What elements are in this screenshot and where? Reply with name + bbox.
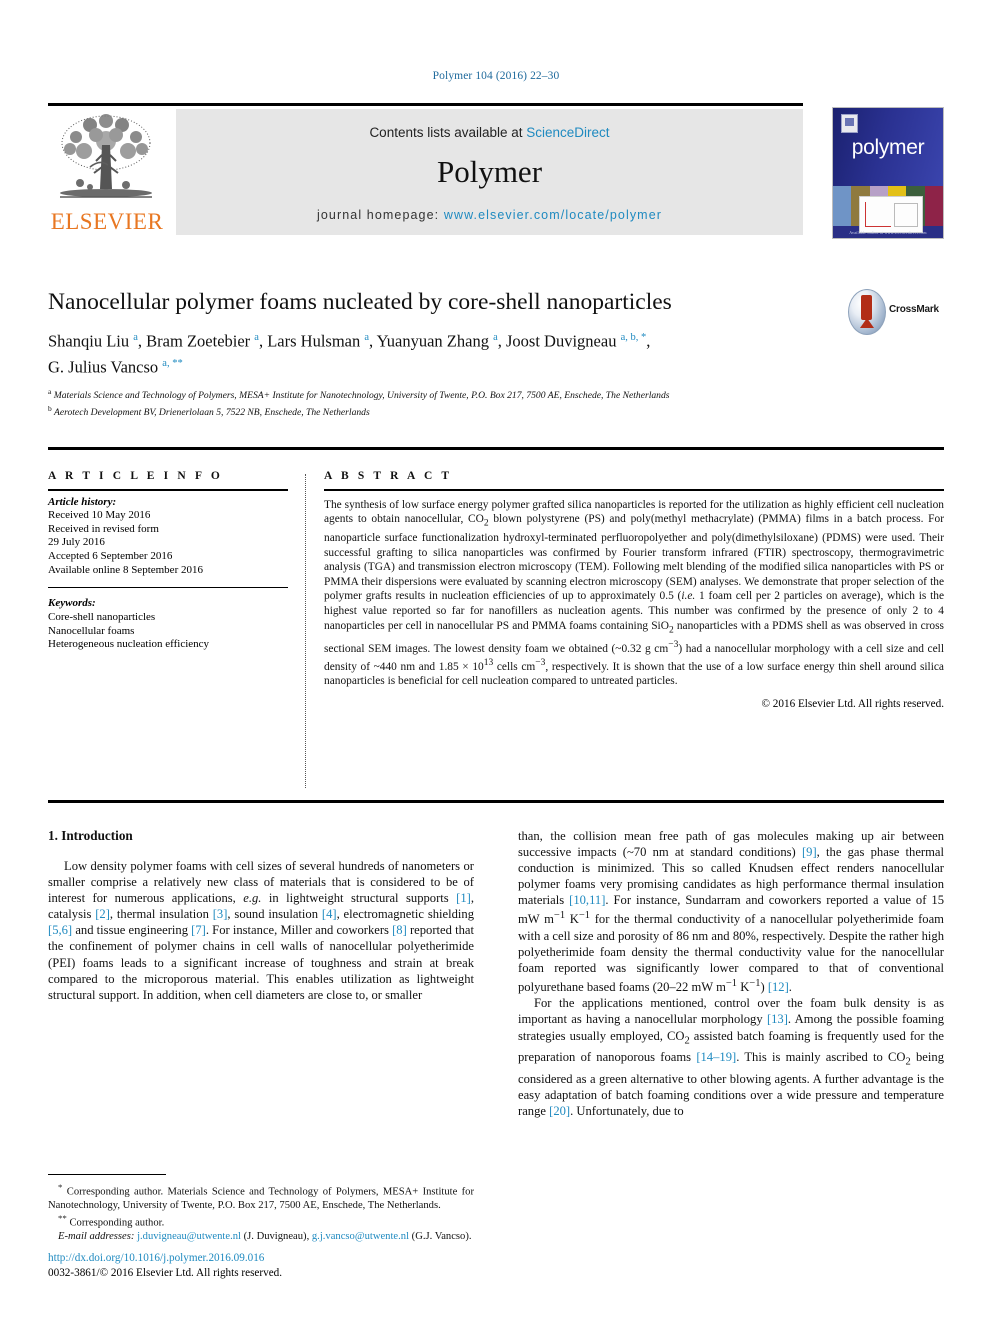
affiliation-b: b Aerotech Development BV, Drienerlolaan… xyxy=(48,403,370,418)
cover-elsevier-badge-icon xyxy=(841,114,858,133)
abstract-copyright: © 2016 Elsevier Ltd. All rights reserved… xyxy=(761,697,945,710)
sciencedirect-link[interactable]: ScienceDirect xyxy=(526,125,609,140)
doi-block: http://dx.doi.org/10.1016/j.polymer.2016… xyxy=(48,1251,488,1280)
article-info-block: A R T I C L E I N F O Article history: R… xyxy=(48,470,288,652)
journal-cover-image: polymer Available online at www.scienced… xyxy=(832,107,944,239)
crossmark-badge[interactable]: CrossMark xyxy=(848,289,944,335)
keyword-item: Core-shell nanoparticles xyxy=(48,611,156,624)
body-column-left: 1. Introduction Low density polymer foam… xyxy=(48,828,474,1003)
keyword-item: Nanocellular foams xyxy=(48,624,135,637)
footnote-emails: E-mail addresses: j.duvigneau@utwente.nl… xyxy=(58,1230,472,1242)
rule-above-article-info xyxy=(48,447,944,450)
intro-paragraph-right-2: For the applications mentioned, control … xyxy=(518,996,944,1118)
journal-homepage-line: journal homepage: www.elsevier.com/locat… xyxy=(176,208,803,222)
history-item: Available online 8 September 2016 xyxy=(48,563,203,576)
intro-paragraph-right-1: than, the collision mean free path of ga… xyxy=(518,829,944,995)
author-list: Shanqiu Liu a, Bram Zoetebier a, Lars Hu… xyxy=(48,327,848,378)
history-item: Received in revised form xyxy=(48,522,159,535)
body-column-right: than, the collision mean free path of ga… xyxy=(518,828,944,1119)
crossmark-icon xyxy=(848,289,886,335)
abstract-text: The synthesis of low surface energy poly… xyxy=(324,498,945,688)
crossmark-label: CrossMark xyxy=(889,304,939,315)
footnote-corresponding-2: ** Corresponding author. xyxy=(58,1213,165,1229)
page-title: Nanocellular polymer foams nucleated by … xyxy=(48,289,672,315)
footnotes-block: * Corresponding author. Materials Scienc… xyxy=(48,1174,474,1243)
article-history: Article history: Received 10 May 2016 Re… xyxy=(48,491,288,578)
journal-title: Polymer xyxy=(436,154,543,189)
cover-footer-text: Available online at www.sciencedirect.co… xyxy=(849,230,927,235)
history-item: Received 10 May 2016 xyxy=(48,509,151,522)
elsevier-logo: ELSEVIER xyxy=(48,109,166,235)
homepage-url-link[interactable]: www.elsevier.com/locate/polymer xyxy=(444,208,662,222)
elsevier-tree-icon xyxy=(60,114,152,198)
journal-masthead: ELSEVIER Contents lists available at Sci… xyxy=(48,103,944,239)
abstract-block: A B S T R A C T The synthesis of low sur… xyxy=(324,470,944,710)
keyword-item: Heterogeneous nucleation efficiency xyxy=(48,638,210,651)
history-item: Accepted 6 September 2016 xyxy=(48,549,173,562)
cover-chart-inset xyxy=(859,196,923,233)
authors-line-2: G. Julius Vancso a, ** xyxy=(48,357,183,376)
doi-link[interactable]: http://dx.doi.org/10.1016/j.polymer.2016… xyxy=(48,1251,488,1266)
footnote-corresponding-1: * Corresponding author. Materials Scienc… xyxy=(48,1182,474,1211)
affiliation-a: a Materials Science and Technology of Po… xyxy=(48,387,670,402)
keywords-rule xyxy=(48,587,288,589)
masthead-center-panel: Contents lists available at ScienceDirec… xyxy=(176,109,803,235)
column-divider xyxy=(305,474,306,788)
intro-paragraph-left: Low density polymer foams with cell size… xyxy=(48,859,474,1002)
rule-below-abstract xyxy=(48,800,944,803)
keywords-label: Keywords: xyxy=(48,597,96,610)
cover-wordmark: polymer xyxy=(851,136,925,159)
affiliations: a Materials Science and Technology of Po… xyxy=(48,386,858,420)
running-head: Polymer 104 (2016) 22–30 xyxy=(432,70,560,82)
article-history-label: Article history: xyxy=(48,495,117,508)
authors-line-1: Shanqiu Liu a, Bram Zoetebier a, Lars Hu… xyxy=(48,331,651,351)
abstract-heading: A B S T R A C T xyxy=(324,470,453,482)
article-info-heading: A R T I C L E I N F O xyxy=(48,470,223,482)
elsevier-wordmark: ELSEVIER xyxy=(50,209,164,234)
contents-prefix: Contents lists available at xyxy=(369,125,527,140)
section-heading-introduction: 1. Introduction xyxy=(48,828,133,843)
history-item: 29 July 2016 xyxy=(48,536,105,549)
issn-copyright: 0032-3861/© 2016 Elsevier Ltd. All right… xyxy=(48,1266,283,1279)
contents-line: Contents lists available at ScienceDirec… xyxy=(176,125,803,140)
article-page: Polymer 104 (2016) 22–30 ELSEVIER Conten… xyxy=(0,0,992,1323)
footnote-rule xyxy=(48,1174,166,1176)
homepage-label: journal homepage: xyxy=(316,208,444,222)
masthead-top-rule xyxy=(48,103,803,106)
keywords-block: Keywords: Core-shell nanoparticles Nanoc… xyxy=(48,592,288,651)
